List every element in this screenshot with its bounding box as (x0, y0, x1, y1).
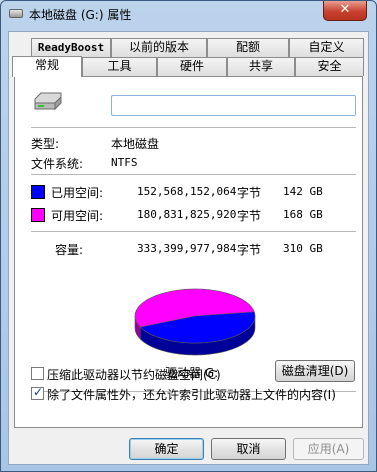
tab-hardware[interactable]: 硬件 (157, 57, 227, 76)
index-checkbox[interactable]: ✓ (31, 385, 44, 400)
tab-security[interactable]: 安全 (295, 57, 364, 76)
free-space-bytes: 180,831,825,920 (137, 208, 237, 221)
properties-window: 本地磁盘 (G:) 属性 ✕ ReadyBoost 以前的版本 配额 自定义 常… (0, 0, 377, 472)
free-space-swatch (31, 208, 45, 222)
used-space-size: 142 GB (283, 185, 323, 198)
used-space-unit: 字节 (237, 186, 262, 200)
tab-readyboost[interactable]: ReadyBoost (31, 38, 111, 57)
tab-sharing[interactable]: 共享 (227, 57, 295, 76)
tab-customize[interactable]: 自定义 (289, 38, 364, 57)
disk-usage-pie-chart (134, 288, 256, 356)
tab-tools[interactable]: 工具 (82, 57, 157, 76)
type-label: 类型: (31, 137, 60, 151)
compress-checkbox[interactable] (31, 367, 44, 380)
filesystem-label: 文件系统: (31, 157, 84, 171)
capacity-bytes: 333,399,977,984 (137, 242, 237, 255)
used-space-swatch (31, 185, 45, 199)
separator (31, 231, 356, 232)
used-space-bytes: 152,568,152,064 (137, 185, 237, 198)
separator (31, 127, 356, 128)
cancel-button[interactable]: 取消 (211, 438, 286, 460)
used-space-label: 已用空间: (51, 186, 104, 200)
hard-drive-icon (34, 92, 62, 111)
free-space-label: 可用空间: (51, 209, 104, 223)
ok-button[interactable]: 确定 (129, 438, 204, 460)
capacity-label: 容量: (55, 243, 84, 257)
separator (31, 174, 356, 175)
title-bar[interactable]: 本地磁盘 (G:) 属性 ✕ (1, 1, 376, 27)
filesystem-value: NTFS (111, 156, 138, 169)
capacity-size: 310 GB (283, 242, 323, 255)
disk-cleanup-button[interactable]: 磁盘清理(D) (275, 360, 355, 382)
drive-icon (9, 9, 23, 18)
index-label[interactable]: 除了文件属性外，还允许索引此驱动器上文件的内容(I) (47, 386, 336, 403)
type-value: 本地磁盘 (111, 137, 160, 151)
free-space-unit: 字节 (237, 209, 262, 223)
tab-general[interactable]: 常规 (12, 56, 82, 77)
apply-button[interactable]: 应用(A) (293, 438, 364, 460)
dialog-body: ReadyBoost 以前的版本 配额 自定义 常规 工具 硬件 共享 安全 类… (8, 31, 369, 465)
tab-quota[interactable]: 配额 (207, 38, 289, 57)
capacity-unit: 字节 (237, 243, 262, 257)
window-title: 本地磁盘 (G:) 属性 (29, 8, 132, 22)
compress-label[interactable]: 压缩此驱动器以节约磁盘空间(C) (47, 366, 221, 383)
close-button[interactable]: ✕ (323, 1, 367, 21)
drive-name-input[interactable] (111, 95, 356, 116)
tab-previous-versions[interactable]: 以前的版本 (111, 38, 207, 57)
free-space-size: 168 GB (283, 208, 323, 221)
